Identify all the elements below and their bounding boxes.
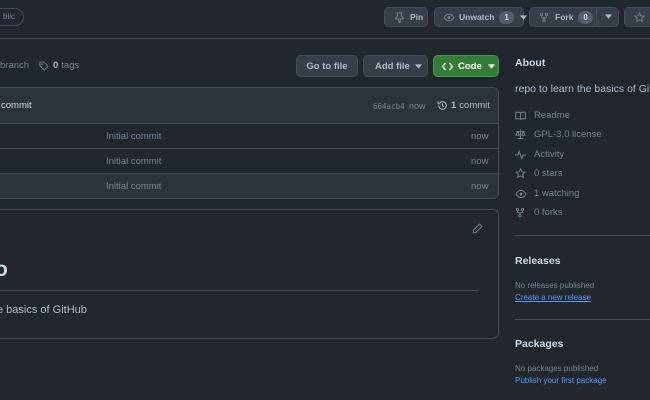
packages-empty-text: No packages published <box>515 364 599 373</box>
pencil-icon[interactable] <box>472 223 483 234</box>
file-commit-time: now <box>471 131 489 142</box>
unwatch-count: 1 <box>499 10 514 24</box>
file-commit-message[interactable]: Initial commit <box>106 131 161 142</box>
stars-link[interactable]: 0 stars <box>515 168 563 179</box>
star-icon <box>634 11 645 23</box>
eye-icon <box>515 189 527 199</box>
commit-history-link[interactable]: 1 commit <box>437 100 490 111</box>
code-button[interactable]: Code <box>433 55 499 77</box>
visibility-badge-label: blic <box>3 12 16 21</box>
about-heading: About <box>515 57 546 69</box>
history-icon <box>437 100 448 111</box>
readme-heading-divider <box>0 290 478 291</box>
latest-commit-message[interactable]: commit <box>1 100 32 111</box>
book-icon <box>515 111 527 121</box>
code-label: Code <box>458 60 482 72</box>
about-description: repo to learn the basics of Gi <box>515 83 650 95</box>
create-release-link[interactable]: Create a new release <box>515 293 591 302</box>
file-row[interactable]: Initial commit now <box>0 174 498 198</box>
commit-count: 1 <box>451 100 457 111</box>
readme-link[interactable]: Readme <box>515 110 570 121</box>
repo-forked-icon <box>515 207 527 218</box>
add-file-label: Add file <box>375 60 410 72</box>
readme-box: o e basics of GitHub <box>0 209 499 339</box>
commit-time: now <box>409 101 426 111</box>
watching-link-label: 1 watching <box>534 188 580 199</box>
fork-label: Fork <box>555 12 574 22</box>
releases-heading[interactable]: Releases <box>515 255 561 267</box>
readme-body: e basics of GitHub <box>0 304 87 316</box>
pin-label: Pin <box>410 12 424 22</box>
license-link-label: GPL-3.0 license <box>534 129 602 140</box>
branch-link[interactable]: branch <box>0 60 29 71</box>
unwatch-label: Unwatch <box>459 12 495 22</box>
visibility-badge: blic <box>0 8 25 26</box>
pin-button[interactable]: Pin <box>384 7 428 27</box>
header-divider <box>0 38 650 39</box>
readme-link-label: Readme <box>534 110 570 121</box>
repo-forked-icon <box>539 12 549 23</box>
fork-button[interactable]: Fork 0 <box>529 7 619 27</box>
activity-link[interactable]: Activity <box>515 149 564 160</box>
chevron-down-icon <box>487 63 495 69</box>
file-row[interactable]: Initial commit now <box>0 149 498 174</box>
unwatch-button[interactable]: Unwatch 1 <box>434 7 527 27</box>
add-file-button[interactable]: Add file <box>363 55 428 77</box>
sidebar-divider <box>515 235 650 236</box>
sidebar-divider <box>515 319 650 320</box>
publish-package-link[interactable]: Publish your first package <box>515 376 607 385</box>
chevron-down-icon[interactable] <box>519 14 527 20</box>
tags-link[interactable]: 0 tags <box>39 60 79 71</box>
file-commit-message[interactable]: Initial commit <box>106 181 161 192</box>
file-commit-time: now <box>471 156 489 167</box>
activity-link-label: Activity <box>534 149 565 160</box>
file-row[interactable]: Initial commit now <box>0 124 498 149</box>
forks-link[interactable]: 0 forks <box>515 207 563 218</box>
branch-label: branch <box>0 60 30 71</box>
fork-divider <box>596 8 597 26</box>
tag-icon <box>39 60 49 71</box>
pulse-icon <box>515 149 527 160</box>
chevron-down-icon[interactable] <box>605 14 612 19</box>
fork-count: 0 <box>578 10 593 24</box>
license-link[interactable]: GPL-3.0 license <box>515 129 602 140</box>
go-to-file-button[interactable]: Go to file <box>296 55 358 77</box>
watching-link[interactable]: 1 watching <box>515 188 579 199</box>
file-commit-message[interactable]: Initial commit <box>106 156 161 167</box>
forks-link-label: 0 forks <box>534 207 563 218</box>
go-to-file-label: Go to file <box>306 60 348 72</box>
law-scale-icon <box>515 129 527 140</box>
packages-heading[interactable]: Packages <box>515 338 563 350</box>
eye-icon <box>443 12 455 23</box>
tags-count: 0 <box>53 60 59 71</box>
pin-icon <box>394 12 405 23</box>
star-icon <box>515 168 527 179</box>
chevron-down-icon <box>414 63 422 69</box>
code-icon <box>442 62 453 71</box>
readme-heading: o <box>0 258 8 281</box>
releases-empty-text: No releases published <box>515 281 595 290</box>
file-commit-time: now <box>471 181 489 192</box>
star-button[interactable] <box>624 7 650 27</box>
commit-hash[interactable]: 664acb4 <box>373 102 405 111</box>
latest-commit-bar: commit 664acb4 now 1 commit <box>0 88 498 124</box>
stars-link-label: 0 stars <box>534 168 563 179</box>
commit-count-label: commit <box>459 100 490 111</box>
tags-label: tags <box>61 60 80 71</box>
file-list-box: commit 664acb4 now 1 commit Initial comm… <box>0 87 499 199</box>
